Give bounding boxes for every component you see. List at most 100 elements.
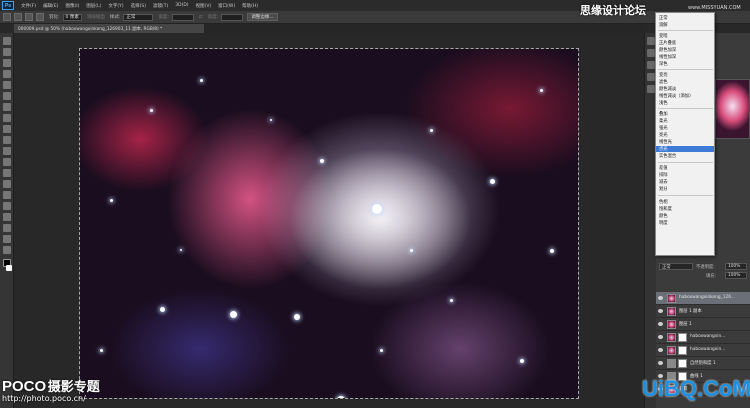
visibility-eye-icon[interactable] xyxy=(658,348,663,352)
eyedropper-tool-icon[interactable] xyxy=(3,92,11,100)
info-panel-icon[interactable] xyxy=(647,61,655,69)
blend-option-color[interactable]: 颜色 xyxy=(659,213,668,219)
swap-icon[interactable]: ⇄ xyxy=(199,15,203,20)
visibility-eye-icon[interactable] xyxy=(658,335,663,339)
layer-row[interactable]: 图层 1 xyxy=(656,318,750,331)
blend-option-hue[interactable]: 色相 xyxy=(659,199,668,205)
refine-edge-button[interactable]: 调整边缘... xyxy=(247,13,278,21)
blend-option-exclusion[interactable]: 排除 xyxy=(659,172,668,178)
canvas-area[interactable] xyxy=(14,33,644,408)
blur-tool-icon[interactable] xyxy=(3,169,11,177)
menu-window[interactable]: 窗口(W) xyxy=(218,3,235,9)
blend-option-difference[interactable]: 差值 xyxy=(659,165,668,171)
blend-option-subtract[interactable]: 减去 xyxy=(659,179,668,185)
blend-option-divide[interactable]: 划分 xyxy=(659,186,668,192)
layer-row[interactable]: haboxwangxinkong_126... xyxy=(656,292,750,305)
feather-input[interactable]: 0 像素 xyxy=(62,13,82,21)
style-select[interactable]: 正常 xyxy=(123,13,154,21)
layer-mask-thumbnail[interactable] xyxy=(678,359,687,368)
nebula-image-canvas[interactable] xyxy=(79,48,579,399)
zoom-tool-icon[interactable] xyxy=(3,246,11,254)
quick-select-tool-icon[interactable] xyxy=(3,70,11,78)
navigator-thumbnail[interactable] xyxy=(715,79,750,139)
dodge-tool-icon[interactable] xyxy=(3,180,11,188)
blend-mode-dropdown[interactable]: 正常 溶解 变暗 正片叠底 颜色加深 线性加深 深色 变亮 滤色 颜色减淡 线性… xyxy=(655,12,715,256)
new-selection-icon[interactable] xyxy=(14,13,22,21)
blend-option-lighten[interactable]: 变亮 xyxy=(659,72,668,78)
lasso-tool-icon[interactable] xyxy=(3,59,11,67)
visibility-eye-icon[interactable] xyxy=(658,296,663,300)
layer-row[interactable]: 自然饱和度 1 xyxy=(656,357,750,370)
shape-tool-icon[interactable] xyxy=(3,224,11,232)
blend-option-dissolve[interactable]: 溶解 xyxy=(659,22,668,28)
blend-option-linear-dodge[interactable]: 线性减淡（添加） xyxy=(659,93,693,99)
blend-option-pin-light[interactable]: 点光 xyxy=(656,146,714,152)
blend-option-normal[interactable]: 正常 xyxy=(659,15,668,21)
opacity-input[interactable]: 100% xyxy=(725,263,747,270)
layer-thumbnail xyxy=(667,333,676,342)
menu-type[interactable]: 文字(Y) xyxy=(108,3,123,9)
layer-row[interactable]: 图层 1 副本 xyxy=(656,305,750,318)
blend-option-multiply[interactable]: 正片叠底 xyxy=(659,40,676,46)
layer-row[interactable]: haboxwangxin... xyxy=(656,344,750,357)
menu-edit[interactable]: 编辑(E) xyxy=(43,3,58,9)
properties-panel-icon[interactable] xyxy=(647,49,655,57)
pen-tool-icon[interactable] xyxy=(3,191,11,199)
document-tab[interactable]: 000009.psd @ 50% (haboxwangxinkong_12690… xyxy=(14,24,204,33)
menu-3d[interactable]: 3D(D) xyxy=(175,3,188,8)
path-select-tool-icon[interactable] xyxy=(3,213,11,221)
blend-option-vivid-light[interactable]: 亮光 xyxy=(659,132,668,138)
subtract-selection-icon[interactable] xyxy=(36,13,44,21)
menu-view[interactable]: 视图(V) xyxy=(196,3,212,9)
marquee-tool-icon[interactable] xyxy=(3,48,11,56)
move-tool-icon[interactable] xyxy=(3,37,11,45)
brush-panel-icon[interactable] xyxy=(647,73,655,81)
fill-input[interactable]: 100% xyxy=(725,272,747,279)
character-panel-icon[interactable] xyxy=(647,85,655,93)
layer-thumbnail xyxy=(667,294,676,303)
blend-option-linear-light[interactable]: 线性光 xyxy=(659,139,672,145)
height-input[interactable] xyxy=(221,13,244,21)
blend-option-lighter-color[interactable]: 浅色 xyxy=(659,100,668,106)
layer-row[interactable]: haboxwangxin... xyxy=(656,331,750,344)
menu-file[interactable]: 文件(F) xyxy=(21,3,36,9)
eraser-tool-icon[interactable] xyxy=(3,147,11,155)
crop-tool-icon[interactable] xyxy=(3,81,11,89)
add-selection-icon[interactable] xyxy=(25,13,33,21)
history-panel-icon[interactable] xyxy=(647,37,655,45)
blend-option-luminosity[interactable]: 明度 xyxy=(659,220,668,226)
blend-option-saturation[interactable]: 饱和度 xyxy=(659,206,672,212)
blend-option-color-dodge[interactable]: 颜色减淡 xyxy=(659,86,676,92)
menu-layer[interactable]: 图层(L) xyxy=(86,3,101,9)
visibility-eye-icon[interactable] xyxy=(658,322,663,326)
menu-help[interactable]: 帮助(H) xyxy=(242,3,258,9)
background-color-swatch[interactable] xyxy=(6,265,12,271)
layer-mask-thumbnail[interactable] xyxy=(678,346,687,355)
blend-option-linear-burn[interactable]: 线性加深 xyxy=(659,54,676,60)
hand-tool-icon[interactable] xyxy=(3,235,11,243)
visibility-eye-icon[interactable] xyxy=(658,361,663,365)
brush-tool-icon[interactable] xyxy=(3,114,11,122)
layer-mask-thumbnail[interactable] xyxy=(678,333,687,342)
blend-option-soft-light[interactable]: 柔光 xyxy=(659,118,668,124)
menu-image[interactable]: 图像(I) xyxy=(65,3,79,9)
blend-option-darken[interactable]: 变暗 xyxy=(659,33,668,39)
type-tool-icon[interactable] xyxy=(3,202,11,210)
gradient-tool-icon[interactable] xyxy=(3,158,11,166)
marquee-tool-preset-icon[interactable] xyxy=(3,13,11,21)
healing-brush-tool-icon[interactable] xyxy=(3,103,11,111)
menu-filter[interactable]: 滤镜(T) xyxy=(153,3,168,9)
blend-option-hard-light[interactable]: 强光 xyxy=(659,125,668,131)
blend-option-screen[interactable]: 滤色 xyxy=(659,79,668,85)
blend-option-hard-mix[interactable]: 实色混合 xyxy=(659,153,676,159)
antialias-checkbox[interactable]: 消除锯齿 xyxy=(87,14,105,20)
blend-option-darker-color[interactable]: 深色 xyxy=(659,61,668,67)
menu-select[interactable]: 选择(S) xyxy=(131,3,146,9)
clone-stamp-tool-icon[interactable] xyxy=(3,125,11,133)
blend-mode-select[interactable]: 正常 xyxy=(659,263,693,270)
width-input[interactable] xyxy=(171,13,194,21)
blend-option-overlay[interactable]: 叠加 xyxy=(659,111,668,117)
history-brush-tool-icon[interactable] xyxy=(3,136,11,144)
blend-option-color-burn[interactable]: 颜色加深 xyxy=(659,47,676,53)
visibility-eye-icon[interactable] xyxy=(658,309,663,313)
